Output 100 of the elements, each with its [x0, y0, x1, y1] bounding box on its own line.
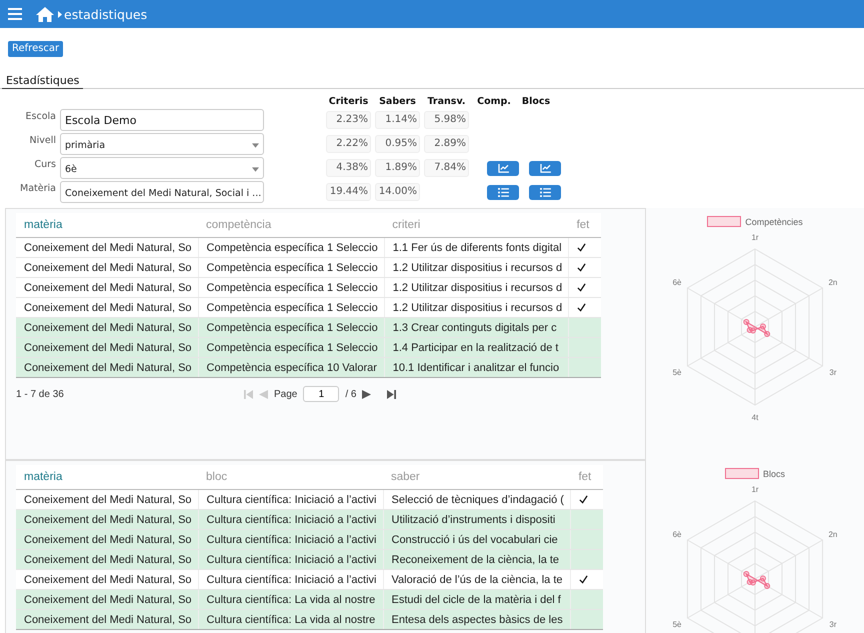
axis-label: 5è	[672, 620, 682, 629]
list-icon	[498, 188, 508, 196]
page-field[interactable]: 1	[303, 386, 340, 402]
field-label: Escola	[24, 110, 56, 122]
select-field[interactable]: 6è	[60, 157, 264, 179]
table-cell: Coneixement del Medi Natural, So	[16, 278, 198, 298]
checkmark-icon	[578, 495, 588, 504]
percentage-value: 2.23%	[326, 111, 371, 129]
legend-label: Blocs	[762, 468, 785, 478]
table-cell: Coneixement del Medi Natural, So	[16, 510, 198, 530]
column-header[interactable]: matèria	[16, 465, 198, 490]
checkmark-icon	[577, 243, 586, 252]
table-cell: 1.2 Utilitzar dispositius i recursos d	[384, 258, 569, 278]
table-cell: Entesa dels aspectes bàsics de les	[383, 610, 570, 630]
checkmark-icon	[577, 303, 586, 312]
table-cell: Construcció i ús del vocabulari cie	[383, 530, 570, 550]
percentage-value: 1.14%	[375, 111, 420, 129]
legend-swatch	[724, 468, 759, 479]
column-header: Criteris	[328, 96, 370, 106]
column-header[interactable]: bloc	[198, 465, 383, 490]
axis-label: 1r	[751, 485, 759, 494]
dropdown-caret-icon	[252, 167, 259, 172]
axis-label: 5è	[672, 368, 682, 377]
table-cell: Estudi del cicle de la matèria i del f	[383, 590, 570, 610]
percentage-value: 0.95%	[375, 135, 420, 153]
line-chart-icon	[540, 164, 550, 172]
table-cell: Reconeixement de la ciència, la te	[383, 550, 570, 570]
page-total: / 6	[345, 388, 356, 400]
dropdown-caret-icon	[252, 143, 259, 148]
field-label: Matèria	[19, 182, 56, 194]
refresh-button[interactable]: Refrescar	[8, 40, 64, 56]
next-page-icon[interactable]	[362, 390, 372, 398]
table-cell: Cultura científica: Iniciació a l’activi	[198, 510, 383, 530]
legend-label: Competències	[745, 216, 803, 226]
column-header[interactable]: criteri	[384, 213, 569, 238]
table-cell: Coneixement del Medi Natural, So	[16, 358, 198, 378]
last-page-icon[interactable]	[387, 390, 396, 398]
table-cell: Competència específica 1 Seleccio	[198, 258, 384, 278]
list-icon	[540, 188, 550, 196]
axis-label: 3r	[829, 620, 836, 629]
percentage-value: 4.38%	[326, 159, 371, 177]
select-field[interactable]: primària	[60, 133, 264, 155]
checkmark-icon	[577, 283, 586, 292]
percentage-value: 19.44%	[326, 183, 371, 201]
axis-label: 1r	[751, 233, 759, 242]
percentage-value: 2.22%	[326, 135, 371, 153]
column-header[interactable]: fet	[568, 213, 602, 238]
column-header: Transv.	[426, 96, 466, 106]
axis-label: 4t	[752, 413, 758, 422]
table-cell: Coneixement del Medi Natural, So	[16, 318, 198, 338]
chart-button[interactable]	[487, 160, 519, 176]
table-cell: Cultura científica: La vida al nostre	[198, 590, 383, 610]
axis-label: 6è	[672, 278, 682, 287]
table-cell: 1.1 Fer ús de diferents fonts digital	[384, 238, 569, 258]
page-label: Page	[274, 388, 298, 400]
table-cell: Cultura científica: La vida al nostre	[198, 610, 383, 630]
checkmark-icon	[577, 263, 586, 272]
axis-label: 6è	[672, 530, 682, 539]
column-header[interactable]: saber	[383, 465, 570, 490]
table-cell: Coneixement del Medi Natural, So	[16, 550, 198, 570]
column-header[interactable]: matèria	[16, 213, 198, 238]
table-cell: Competència específica 1 Seleccio	[198, 338, 384, 358]
select-field[interactable]: Coneixement del Medi Natural, Social i ...	[60, 181, 264, 203]
table-cell: Utilització d’instruments i dispositi	[383, 510, 570, 530]
field-label: Curs	[33, 158, 56, 170]
percentage-value: 5.98%	[424, 111, 469, 129]
table-cell: Coneixement del Medi Natural, So	[16, 258, 198, 278]
axis-label: 3r	[829, 368, 836, 377]
percentage-value: 1.89%	[375, 159, 420, 177]
axis-label: 2n	[828, 278, 838, 287]
table-cell: Coneixement del Medi Natural, So	[16, 530, 198, 550]
chart-button[interactable]	[529, 160, 561, 176]
table-cell: Cultura científica: Iniciació a l’activi	[198, 530, 383, 550]
column-header: Blocs	[520, 96, 552, 106]
list-button[interactable]	[487, 184, 519, 200]
home-icon[interactable]	[36, 6, 54, 22]
text-field[interactable]: Escola Demo	[60, 109, 264, 132]
column-header[interactable]: fet	[570, 465, 603, 490]
line-chart-icon	[498, 164, 508, 172]
list-button[interactable]	[529, 184, 561, 200]
table-cell: 10.1 Identificar i analitzar el funcio	[384, 358, 569, 378]
table-cell: Cultura científica: Iniciació a l’activi	[198, 550, 383, 570]
tab[interactable]: Estadístiques	[2, 72, 84, 89]
breadcrumb-link[interactable]: estadistiques	[64, 6, 148, 22]
table-cell: Competència específica 1 Seleccio	[198, 238, 384, 258]
table-cell: 1.3 Crear continguts digitals per c	[384, 318, 569, 338]
table-cell: Coneixement del Medi Natural, So	[16, 238, 198, 258]
record-count: 1 - 7 de 36	[16, 388, 65, 400]
table-cell: Competència específica 1 Seleccio	[198, 278, 384, 298]
percentage-value: 7.84%	[424, 159, 469, 177]
field-label: Nivell	[28, 134, 56, 146]
checkmark-icon	[578, 575, 588, 584]
caret-icon	[58, 10, 62, 18]
table-cell: 1.4 Participar en la realització de t	[384, 338, 569, 358]
column-header[interactable]: competència	[198, 213, 384, 238]
table-cell: Coneixement del Medi Natural, So	[16, 610, 198, 630]
column-header: Sabers	[378, 96, 417, 106]
column-header: Comp.	[478, 96, 510, 106]
table-cell: 1.2 Utilitzar dispositius i recursos d	[384, 278, 569, 298]
menu-icon[interactable]	[8, 8, 22, 20]
